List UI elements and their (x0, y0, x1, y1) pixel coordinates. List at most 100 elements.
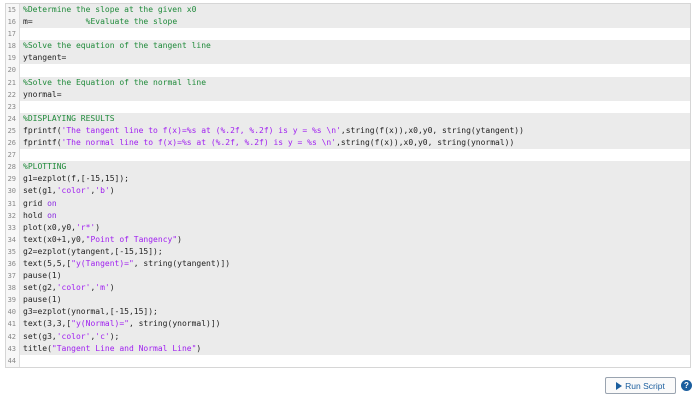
code-token-text: text(x0+1,y0, (23, 234, 86, 244)
code-line[interactable]: 22 ynormal= (6, 88, 690, 101)
code-text: text(x0+1,y0,"Point of Tangency") (20, 233, 690, 246)
code-token-text: fprintf( (23, 125, 62, 135)
code-token-text: , string(ytangent)]) (133, 258, 231, 268)
code-text: %Solve the equation of the tangent line (20, 40, 690, 53)
help-icon[interactable]: ? (681, 380, 692, 391)
code-line[interactable]: 43 title("Tangent Line and Normal Line") (6, 342, 690, 355)
code-token-text: g1=ezplot(f,[-15,15]); (23, 174, 129, 184)
code-token-comment: %Solve the equation of the tangent line (23, 41, 211, 51)
code-token-string: 'b' (95, 186, 110, 196)
code-line[interactable]: 30 set(g1,'color','b') (6, 185, 690, 198)
line-number: 21 (6, 76, 20, 89)
code-token-text: ,string(f(x)),x0,y0, string(ytangent)) (340, 125, 524, 135)
code-text: g1=ezplot(f,[-15,15]); (20, 173, 690, 186)
code-text: title("Tangent Line and Normal Line") (20, 342, 690, 355)
code-token-text: ) (109, 283, 115, 293)
code-token-string: 'r*' (75, 222, 96, 232)
code-token-string: "Point of Tangency" (85, 234, 178, 244)
line-number: 43 (6, 342, 20, 355)
code-line[interactable]: 27 (6, 149, 690, 162)
code-token-comment: %Determine the slope at the given x0 (23, 5, 197, 14)
code-text: set(g1,'color','b') (20, 185, 690, 198)
code-token-text: ynormal= (23, 89, 62, 99)
code-line[interactable]: 15 %Determine the slope at the given x0 (6, 4, 690, 17)
line-number: 17 (6, 28, 20, 41)
code-line[interactable]: 44 (6, 354, 690, 367)
code-editor[interactable]: 15 %Determine the slope at the given x0 16… (5, 3, 691, 368)
line-number: 35 (6, 245, 20, 258)
code-text: ynormal= (20, 88, 690, 101)
code-line[interactable]: 28 %PLOTTING (6, 161, 690, 174)
line-number: 15 (6, 4, 20, 17)
line-number: 25 (6, 124, 20, 138)
code-token-text: ) (177, 234, 182, 244)
code-text: %PLOTTING (20, 161, 690, 174)
line-number: 24 (6, 112, 20, 125)
code-token-string: 'color' (56, 331, 91, 341)
code-token-string: 'color' (56, 186, 91, 196)
code-line[interactable]: 35 g2=ezplot(ytangent,[-15,15]); (6, 245, 690, 258)
code-line[interactable]: 20 (6, 64, 690, 77)
code-token-text: ) (95, 222, 101, 232)
code-line[interactable]: 24 %DISPLAYING RESULTS (6, 112, 690, 125)
code-token-text: set(g2, (23, 283, 57, 293)
code-text: set(g2,'color','m') (20, 282, 690, 295)
code-token-text: pause(1) (23, 295, 62, 305)
code-line[interactable]: 23 (6, 100, 690, 113)
code-text: ytangent= (20, 52, 690, 65)
code-token-text: grid (23, 198, 48, 208)
code-text: m= %Evaluate the slope (20, 16, 690, 29)
code-text: pause(1) (20, 294, 690, 307)
code-line[interactable]: 38 set(g2,'color','m') (6, 282, 690, 295)
code-line[interactable]: 19 ytangent= (6, 52, 690, 65)
line-number: 34 (6, 233, 20, 246)
code-line[interactable]: 41 text(3,3,["y(Normal)=", string(ynormal… (6, 318, 690, 331)
code-text: %Solve the Equation of the normal line (20, 76, 690, 89)
line-number: 20 (6, 64, 20, 77)
line-number: 28 (6, 161, 20, 174)
code-line[interactable]: 17 (6, 28, 690, 41)
code-line[interactable]: 40 g3=ezplot(ynormal,[-15,15]); (6, 306, 690, 319)
code-token-text: hold (23, 210, 48, 220)
code-line[interactable]: 36 text(5,5,["y(Tangent)=", string(ytange… (6, 257, 690, 271)
code-line[interactable]: 25 fprintf('The tangent line to f(x)=%s a… (6, 124, 690, 138)
code-token-text: g3=ezplot(ynormal,[-15,15]); (23, 307, 158, 317)
line-number: 26 (6, 137, 20, 150)
code-line[interactable]: 16 m= %Evaluate the slope (6, 16, 690, 29)
code-text: plot(x0,y0,'r*') (20, 221, 690, 234)
code-token-text: , string(ynormal)]) (128, 319, 221, 329)
code-line[interactable]: 21 %Solve the Equation of the normal line (6, 76, 690, 89)
code-token-string: 'm' (95, 283, 110, 293)
code-token-comment: %PLOTTING (23, 162, 67, 172)
code-line[interactable]: 33 plot(x0,y0,'r*') (6, 221, 690, 234)
line-number: 36 (6, 257, 20, 271)
line-number: 42 (6, 330, 20, 343)
line-number: 39 (6, 294, 20, 307)
line-number: 16 (6, 16, 20, 29)
code-line[interactable]: 42 set(g3,'color','c'); (6, 330, 690, 343)
line-number: 22 (6, 88, 20, 101)
code-token-text: title( (23, 343, 52, 353)
code-token-text: m= (23, 17, 86, 27)
code-token-text: fprintf( (23, 138, 62, 148)
code-token-text: ) (109, 186, 115, 196)
code-line[interactable]: 29 g1=ezplot(f,[-15,15]); (6, 173, 690, 186)
code-line[interactable]: 26 fprintf('The normal line to f(x)=%s at… (6, 137, 690, 150)
code-line[interactable]: 39 pause(1) (6, 294, 690, 307)
code-line[interactable]: 31 grid on (6, 197, 690, 210)
code-line[interactable]: 37 pause(1) (6, 270, 690, 283)
code-line[interactable]: 34 text(x0+1,y0,"Point of Tangency") (6, 233, 690, 246)
code-token-text: set(g1, (23, 186, 57, 196)
run-script-button[interactable]: Run Script (605, 377, 676, 394)
code-line[interactable]: 32 hold on (6, 209, 690, 222)
code-text: set(g3,'color','c'); (20, 330, 690, 343)
line-number: 38 (6, 282, 20, 295)
code-line[interactable]: 18 %Solve the equation of the tangent lin… (6, 40, 690, 53)
code-token-comment: %Solve the Equation of the normal line (23, 77, 207, 87)
code-token-text: ) (196, 343, 202, 353)
code-token-text: ,string(f(x)),x0,y0, string(ynormal)) (336, 138, 515, 148)
